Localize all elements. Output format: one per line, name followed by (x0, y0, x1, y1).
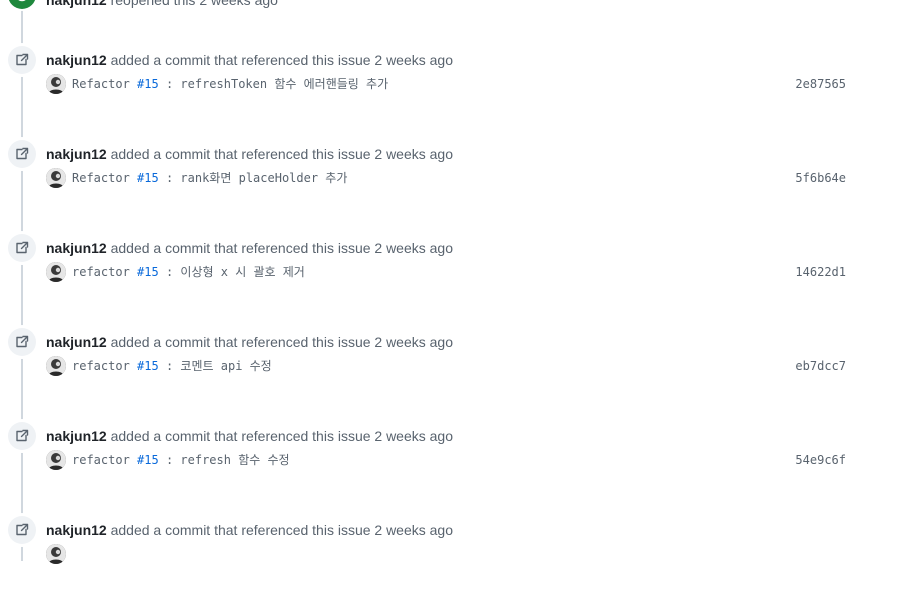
reopened-badge (8, 0, 36, 9)
issue-reference-link[interactable]: #15 (137, 77, 159, 91)
commit-message-link[interactable]: refactor (72, 265, 130, 279)
event-action-text: added a commit that referenced this issu… (110, 522, 454, 538)
commit-sha-link[interactable]: eb7dcc7 (795, 356, 846, 376)
issue-reference-link[interactable]: #15 (137, 265, 159, 279)
event-author-link[interactable]: nakjun12 (46, 334, 107, 350)
event-author-link[interactable]: nakjun12 (46, 428, 107, 444)
commit-sha-link[interactable]: 5f6b64e (795, 168, 846, 188)
event-action-text: added a commit that referenced this issu… (110, 52, 454, 68)
commit-message-text[interactable]: : 이상형 x 시 괄호 제거 (166, 265, 305, 279)
event-action-text: added a commit that referenced this issu… (110, 428, 454, 444)
commit-row: refactor #15 : 코멘트 api 수정 eb7dcc7 (46, 356, 846, 376)
commit-message-link[interactable]: refactor (72, 453, 130, 467)
issue-reopened-icon (18, 0, 26, 2)
cross-reference-icon (8, 234, 36, 262)
issue-reference-link[interactable]: #15 (137, 453, 159, 467)
event-author-link[interactable]: nakjun12 (46, 522, 107, 538)
cross-reference-icon (8, 422, 36, 450)
event-author-link[interactable]: nakjun12 (46, 0, 107, 8)
timeline-event: nakjun12 added a commit that referenced … (0, 422, 900, 516)
avatar[interactable] (46, 74, 66, 94)
commit-message-text[interactable]: : 코멘트 api 수정 (166, 359, 272, 373)
cross-reference-icon (8, 46, 36, 74)
commit-sha-link[interactable]: 14622d1 (795, 262, 846, 282)
timeline-event: nakjun12 added a commit that referenced … (0, 234, 900, 328)
cross-reference-icon (8, 140, 36, 168)
commit-row (46, 544, 846, 564)
commit-message-link[interactable]: Refactor (72, 77, 130, 91)
commit-row: refactor #15 : refresh 함수 수정 54e9c6f (46, 450, 846, 470)
commit-sha-link[interactable]: 2e87565 (795, 74, 846, 94)
reopened-event: nakjun12 reopened this 2 weeks ago (46, 0, 278, 10)
commit-row: refactor #15 : 이상형 x 시 괄호 제거 14622d1 (46, 262, 846, 282)
cross-reference-icon (8, 516, 36, 544)
commit-message-text[interactable]: : refresh 함수 수정 (166, 453, 290, 467)
event-author-link[interactable]: nakjun12 (46, 146, 107, 162)
commit-message-link[interactable]: refactor (72, 359, 130, 373)
issue-reference-link[interactable]: #15 (137, 171, 159, 185)
commit-message-text[interactable]: : rank화면 placeHolder 추가 (166, 171, 347, 185)
commit-row: Refactor #15 : refreshToken 함수 에러핸들링 추가 … (46, 74, 846, 94)
timeline-event: nakjun12 added a commit that referenced … (0, 328, 900, 422)
avatar[interactable] (46, 450, 66, 470)
commit-sha-link[interactable]: 54e9c6f (795, 450, 846, 470)
cross-reference-icon (8, 328, 36, 356)
commit-row: Refactor #15 : rank화면 placeHolder 추가 5f6… (46, 168, 846, 188)
event-author-link[interactable]: nakjun12 (46, 52, 107, 68)
avatar[interactable] (46, 168, 66, 188)
event-action-text: added a commit that referenced this issu… (110, 146, 454, 162)
timeline-event: nakjun12 added a commit that referenced … (0, 46, 900, 140)
event-action-text: added a commit that referenced this issu… (110, 334, 454, 350)
avatar[interactable] (46, 544, 66, 564)
event-author-link[interactable]: nakjun12 (46, 240, 107, 256)
timeline-event: nakjun12 added a commit that referenced … (0, 140, 900, 234)
timeline-event: nakjun12 added a commit that referenced … (0, 516, 900, 610)
issue-reference-link[interactable]: #15 (137, 359, 159, 373)
event-action-text: reopened this 2 weeks ago (110, 0, 278, 8)
commit-message-text[interactable]: : refreshToken 함수 에러핸들링 추가 (166, 77, 388, 91)
avatar[interactable] (46, 262, 66, 282)
event-action-text: added a commit that referenced this issu… (110, 240, 454, 256)
commit-message-link[interactable]: Refactor (72, 171, 130, 185)
avatar[interactable] (46, 356, 66, 376)
